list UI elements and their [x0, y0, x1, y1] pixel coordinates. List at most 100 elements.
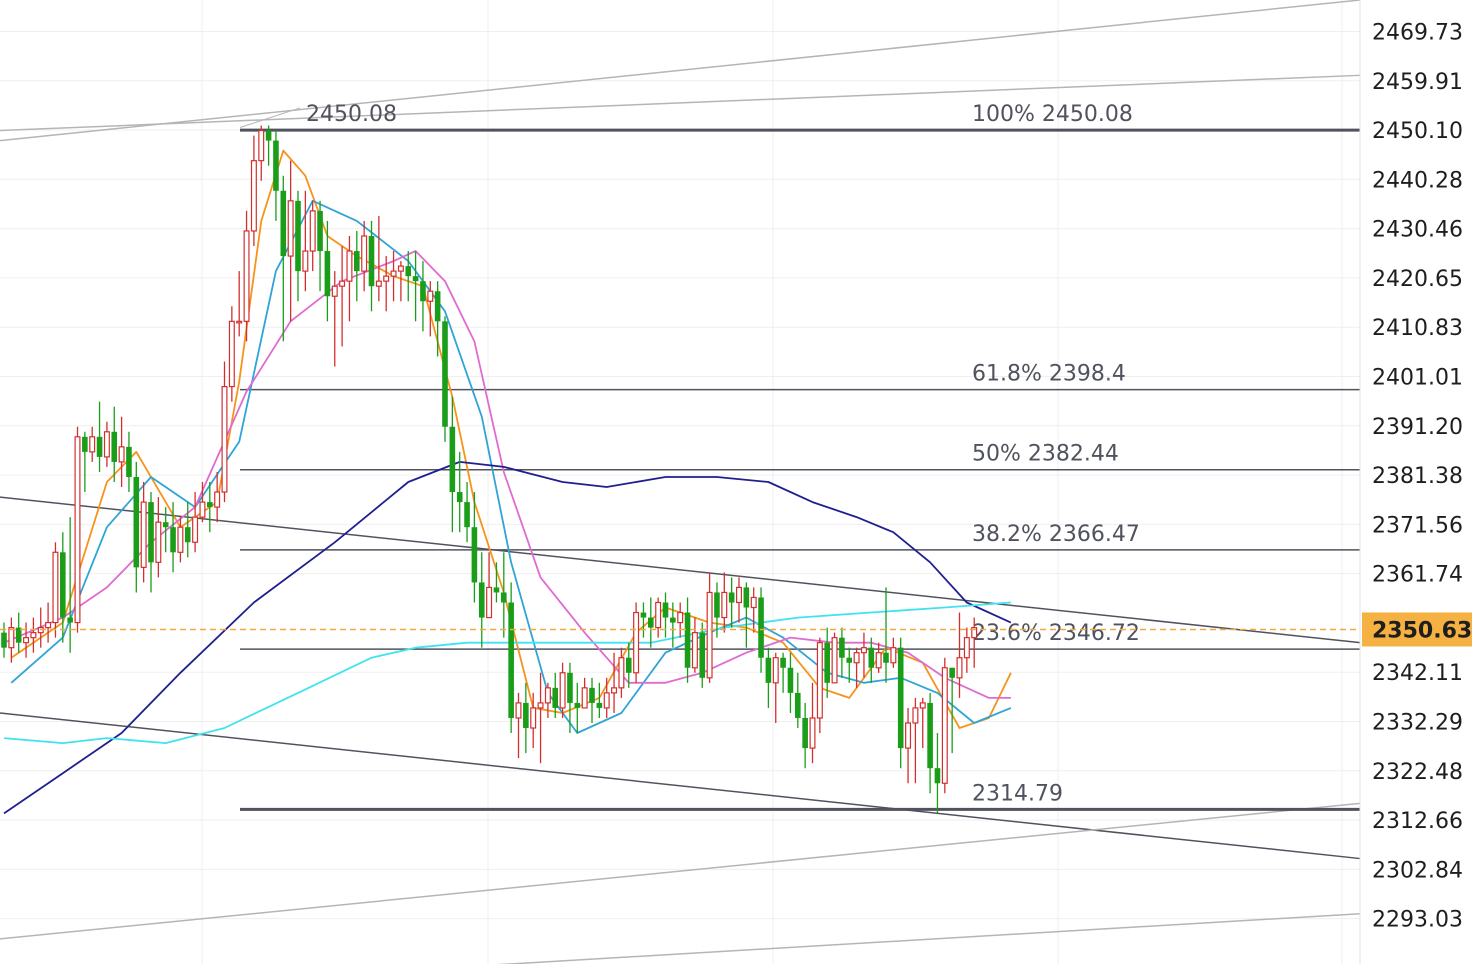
candle-body-up [618, 657, 625, 689]
candle-body-down [405, 266, 412, 277]
candle-body-up [177, 526, 184, 553]
price-axis-tick-label: 2371.56 [1372, 513, 1463, 538]
candle-body-down [184, 527, 191, 543]
candle-body-down [743, 587, 750, 608]
candle-body-down [162, 522, 169, 528]
candle-body-up [905, 722, 912, 749]
candle-body-down [111, 431, 118, 462]
candle-body-up [375, 280, 382, 287]
candle-body-up [772, 657, 779, 684]
candle-body-up [537, 702, 544, 709]
candle-body-down [508, 602, 514, 718]
current-price-tag-label: 2350.63 [1372, 618, 1472, 643]
candle-body-down [280, 190, 287, 257]
candle-body-up [258, 129, 265, 162]
candle-body-up [339, 280, 346, 287]
candle-body-up [45, 621, 52, 629]
price-axis-tick-label: 2293.03 [1372, 908, 1463, 933]
price-axis-tick-label: 2361.74 [1372, 563, 1463, 588]
candle-body-down [883, 652, 889, 663]
candle-body-down [412, 276, 419, 282]
candle-body-up [331, 285, 338, 297]
price-axis[interactable]: 2469.73 2459.91 2450.10 2440.28 2430.46 2420.… [1359, 0, 1474, 964]
candle-body-up [214, 491, 221, 508]
candle-body-up [103, 431, 110, 458]
candle-body-down [96, 436, 103, 457]
candle-body-down [714, 592, 720, 618]
candle-body-down [1, 632, 7, 648]
candle-body-up [390, 270, 397, 277]
price-axis-tick-label: 2469.73 [1372, 20, 1463, 45]
candle-body-up [655, 601, 662, 629]
candle-body-down [567, 672, 573, 703]
candle-body-up [941, 667, 948, 784]
candle-body-down [684, 612, 691, 668]
candle-body-down [839, 637, 845, 658]
price-axis-tick-label: 2302.84 [1372, 858, 1463, 883]
candle-body-down [640, 612, 647, 618]
candle-body-up [963, 637, 970, 659]
price-axis-tick-label: 2332.29 [1372, 711, 1463, 736]
candle-body-up [346, 250, 353, 282]
candle-body-down [434, 291, 441, 322]
candle-body-down [802, 717, 808, 749]
candle-body-down [596, 702, 603, 708]
price-axis-tick-label: 2312.66 [1372, 809, 1463, 834]
candle-body-up [750, 596, 757, 609]
candle-body-down [265, 130, 272, 141]
candle-body-down [780, 657, 786, 668]
candle-body-down [589, 687, 595, 703]
candle-body-up [199, 501, 206, 518]
candle-body-up [611, 687, 618, 694]
candle-body-down [493, 587, 500, 593]
candle-body-up [155, 521, 162, 563]
fib-level-label: 50% 2382.44 [972, 442, 1119, 467]
candle-body-down [868, 647, 875, 668]
candle-body-up [912, 707, 919, 724]
candle-body-up [228, 320, 235, 388]
candle-body-down [354, 251, 360, 272]
candle-body-up [192, 516, 199, 543]
candle-body-down [478, 582, 485, 618]
price-axis-tick-label: 2440.28 [1372, 168, 1463, 193]
fib-level-label: 23.6% 2346.72 [972, 621, 1140, 646]
candle-body-up [221, 386, 228, 493]
candle-body-up [302, 250, 309, 272]
candle-body-up [515, 702, 522, 719]
candle-body-up [530, 707, 537, 729]
candle-body-down [126, 446, 132, 477]
candle-body-up [875, 652, 882, 669]
candle-body-down [295, 200, 301, 272]
candle-body-down [625, 657, 632, 673]
candle-body-down [471, 527, 478, 583]
candle-body-down [368, 235, 375, 287]
candle-body-up [427, 290, 434, 302]
candle-body-up [486, 586, 493, 619]
candle-body-down [170, 527, 176, 553]
candle-body-down [501, 592, 507, 603]
price-axis-tick-label: 2342.11 [1372, 661, 1463, 686]
price-axis-tick-label: 2322.48 [1372, 760, 1463, 785]
candle-body-down [574, 702, 581, 708]
candle-body-up [603, 692, 610, 709]
candle-body-down [523, 702, 529, 729]
candle-body-down [464, 502, 470, 528]
candle-body-down [699, 632, 706, 678]
candle-body-up [677, 611, 684, 624]
candlestick-chart: 100% 2450.08 61.8% 2398.4 50% 2382.44 38.2%… [0, 0, 1474, 964]
price-axis-tick-label: 2459.91 [1372, 70, 1463, 95]
candle-body-down [795, 692, 801, 718]
price-axis-tick-label: 2420.65 [1372, 267, 1463, 292]
candle-body-up [559, 672, 566, 709]
candle-body-up [89, 436, 96, 453]
fib-level-label: 61.8% 2398.4 [972, 362, 1126, 387]
candle-body-up [544, 687, 551, 704]
price-axis-tick-label: 2391.20 [1372, 415, 1463, 440]
price-axis-tick-label: 2381.38 [1372, 464, 1463, 489]
candle-body-down [927, 702, 933, 769]
candle-body-down [273, 140, 279, 191]
price-axis-tick-label: 2401.01 [1372, 366, 1463, 391]
candle-body-up [30, 632, 37, 639]
candle-body-down [934, 768, 941, 784]
candle-body-down [824, 642, 830, 683]
